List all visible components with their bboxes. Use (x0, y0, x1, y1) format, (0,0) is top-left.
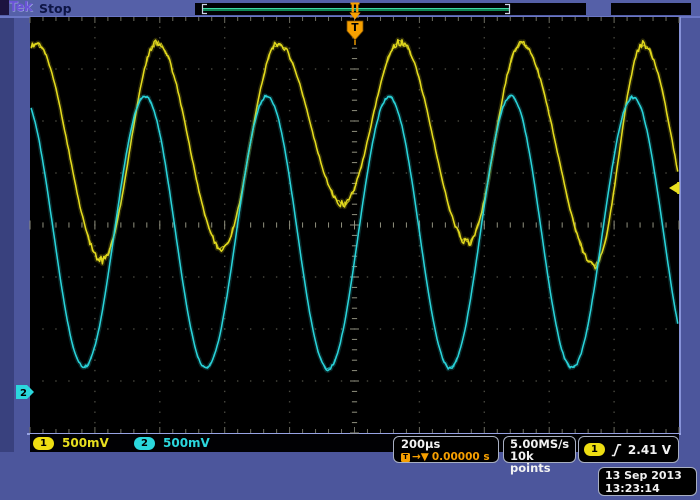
channel-1-scale: 500mV (62, 436, 128, 450)
screen-left-shade (0, 0, 14, 452)
rising-edge-icon (611, 443, 622, 457)
trigger-level-value: 2.41 V (628, 443, 671, 457)
horizontal-readout-box: 200µs T →▼ 0.00000 s (393, 436, 499, 463)
datetime-box: 13 Sep 2013 13:23:14 (598, 467, 697, 496)
trigger-arrow-icon: →▼ (412, 451, 429, 463)
oscilloscope-screen: Tek Stop 1 500mV 2 500mV 200µs T →▼ 0.00… (0, 0, 700, 500)
graticule-background (30, 17, 679, 433)
channel-1-badge: 1 (33, 437, 54, 450)
header-right-strip (611, 3, 691, 15)
time-per-div: 200µs (401, 438, 498, 450)
date-label: 13 Sep 2013 (605, 469, 696, 482)
header-bar: Tek Stop (0, 0, 700, 16)
tek-logo: Tek (9, 0, 32, 15)
trigger-position-readout: T →▼ 0.00000 s (401, 451, 498, 463)
graticule-right-border (679, 17, 681, 433)
acquisition-readout-box: 5.00MS/s 10k points (503, 436, 576, 463)
channel-2-scale: 500mV (163, 436, 210, 450)
trigger-readout-box: 1 2.41 V (578, 436, 679, 463)
acquisition-status: Stop (39, 1, 72, 16)
record-view-strip (195, 3, 586, 15)
header-corner-shade (0, 0, 9, 15)
time-label: 13:23:14 (605, 482, 696, 495)
svg-text:2: 2 (20, 388, 27, 399)
trigger-t-icon: T (401, 453, 410, 462)
trigger-position-value: 0.00000 s (432, 451, 490, 463)
record-length: 10k points (510, 450, 575, 474)
channel-2-badge: 2 (134, 437, 155, 450)
trigger-source-badge: 1 (584, 443, 605, 456)
